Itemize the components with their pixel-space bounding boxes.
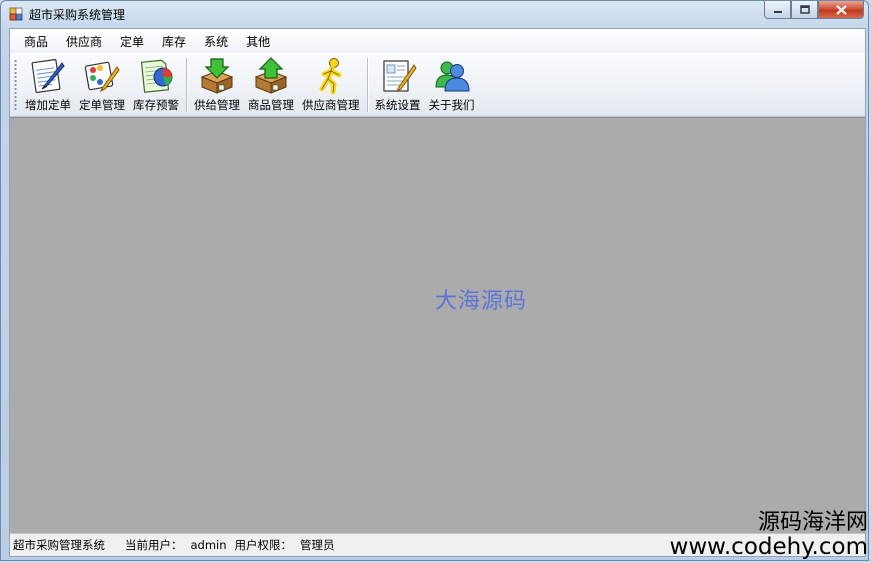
toolbar-separator <box>366 58 368 112</box>
system-settings-label: 系统设置 <box>374 98 421 112</box>
document-pencil-icon <box>378 57 418 95</box>
supply-management-button[interactable]: 供给管理 <box>190 53 244 113</box>
status-user-value: admin <box>190 538 227 552</box>
mdi-container[interactable]: 大海源码 <box>10 117 865 534</box>
goods-management-button[interactable]: 商品管理 <box>244 53 298 113</box>
stock-alert-button[interactable]: 库存预警 <box>129 53 183 113</box>
add-order-button[interactable]: 增加定单 <box>21 53 75 113</box>
minimize-icon <box>773 10 782 13</box>
toolbar: 增加定单 定单管理 库存预警 供给管理 商品管理 供应商管理 系统设置 关于我们 <box>10 53 865 117</box>
menu-goods[interactable]: 商品 <box>16 31 56 52</box>
title-bar[interactable]: 超市采购系统管理 <box>1 1 868 27</box>
status-user-label: 当前用户： <box>125 538 183 552</box>
main-window: 超市采购系统管理 商品 供应商 定单 库存 系统 其他 增加定单 定单管理 库存… <box>0 0 869 561</box>
close-icon <box>835 4 847 15</box>
status-app-name: 超市采购管理系统 <box>13 538 105 552</box>
menu-bar: 商品 供应商 定单 库存 系统 其他 <box>10 29 865 53</box>
box-arrow-down-icon <box>197 57 237 95</box>
menu-inventory[interactable]: 库存 <box>154 31 194 52</box>
order-management-button[interactable]: 定单管理 <box>75 53 129 113</box>
window-title: 超市采购系统管理 <box>29 8 126 22</box>
supplier-management-button[interactable]: 供应商管理 <box>298 53 364 113</box>
menu-order[interactable]: 定单 <box>112 31 152 52</box>
maximize-button[interactable] <box>791 1 818 19</box>
palette-pencil-icon <box>82 57 122 95</box>
toolbar-separator <box>186 58 187 112</box>
menu-other[interactable]: 其他 <box>238 31 278 52</box>
supplier-management-label: 供应商管理 <box>302 98 360 112</box>
running-man-icon <box>311 57 351 95</box>
status-role-label: 用户权限： <box>234 538 293 552</box>
stock-alert-label: 库存预警 <box>133 98 179 112</box>
maximize-icon <box>799 5 810 14</box>
caption-buttons <box>764 1 864 20</box>
goods-management-label: 商品管理 <box>248 98 294 112</box>
status-role-value: 管理员 <box>300 538 335 552</box>
users-icon <box>432 57 472 95</box>
box-arrow-up-icon <box>251 57 291 95</box>
supply-management-label: 供给管理 <box>194 98 240 112</box>
watermark-text: 大海源码 <box>435 289 528 314</box>
system-settings-button[interactable]: 系统设置 <box>371 53 425 113</box>
about-us-label: 关于我们 <box>428 98 475 112</box>
menu-supplier[interactable]: 供应商 <box>58 31 110 52</box>
minimize-button[interactable] <box>764 1 791 19</box>
toolbar-grip[interactable] <box>14 59 17 111</box>
client-area: 商品 供应商 定单 库存 系统 其他 增加定单 定单管理 库存预警 供给管理 商… <box>9 28 866 557</box>
order-management-label: 定单管理 <box>79 98 125 112</box>
menu-system[interactable]: 系统 <box>196 31 236 52</box>
corner-brand-url: www.codehy.com <box>669 534 868 560</box>
close-button[interactable] <box>818 1 864 19</box>
corner-watermark: 源码海洋网 www.codehy.com <box>670 512 868 559</box>
about-us-button[interactable]: 关于我们 <box>425 53 479 113</box>
corner-brand-name: 源码海洋网 <box>757 510 868 535</box>
notepad-pen-icon <box>28 57 68 95</box>
app-icon <box>9 7 23 21</box>
pie-chart-document-icon <box>136 57 176 95</box>
add-order-label: 增加定单 <box>25 98 71 112</box>
